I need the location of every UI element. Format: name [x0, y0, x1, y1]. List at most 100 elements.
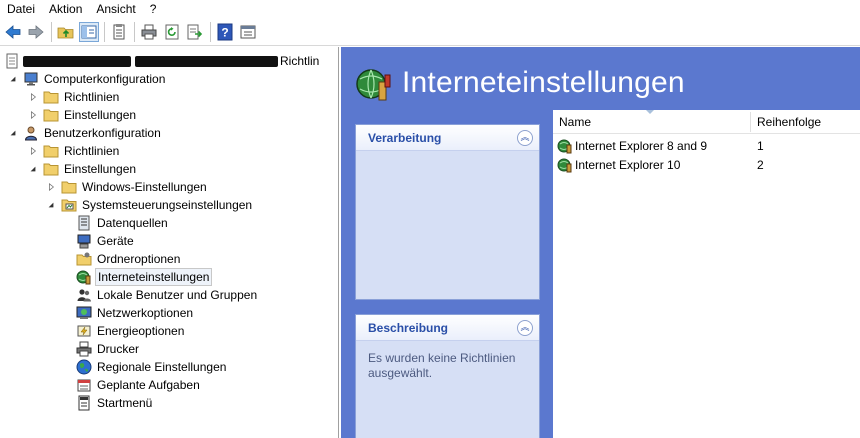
tree-root[interactable]: Richtlin: [4, 52, 321, 70]
folder-icon: [43, 161, 59, 177]
computer-icon: [23, 71, 39, 87]
tree-item-einstellungen[interactable]: Einstellungen: [28, 106, 138, 124]
list-item-name: Internet Explorer 10: [575, 157, 681, 172]
internet-settings-icon: [76, 269, 92, 285]
tree-item-einstellungen[interactable]: Einstellungen: [28, 160, 138, 178]
network-options-icon: [76, 305, 92, 321]
description-text: Es wurden keine Richtlinien ausgewählt.: [368, 351, 516, 380]
tree-item-ordneroptionen[interactable]: Ordneroptionen: [76, 250, 182, 268]
expanded-triangle-icon[interactable]: [28, 164, 38, 174]
menu-bar: Datei Aktion Ansicht ?: [0, 0, 860, 18]
list-item[interactable]: Internet Explorer 10 2: [553, 155, 860, 174]
tree-item-computerkonfiguration[interactable]: Computerkonfiguration: [8, 70, 167, 88]
expanded-triangle-icon[interactable]: [8, 128, 18, 138]
menu-aktion[interactable]: Aktion: [42, 0, 89, 18]
tree-item-energieoptionen[interactable]: Energieoptionen: [76, 322, 186, 340]
forward-icon[interactable]: [26, 22, 46, 42]
details-pane: Interneteinstellungen Verarbeitung ︽ Bes…: [341, 47, 860, 438]
tree-label: Regionale Einstellungen: [97, 360, 227, 374]
settings-list: Name Reihenfolge Internet Explorer 8 and…: [553, 110, 860, 438]
tree-label: Einstellungen: [64, 108, 137, 122]
tree-label: Geräte: [97, 234, 134, 248]
tree-root-label: Richtlin: [280, 54, 320, 68]
tree-item-netzwerkoptionen[interactable]: Netzwerkoptionen: [76, 304, 195, 322]
svg-text:?: ?: [221, 25, 228, 39]
tree-label: Computerkonfiguration: [44, 72, 166, 86]
collapsed-triangle-icon[interactable]: [28, 110, 38, 120]
chevron-up-icon[interactable]: ︽: [517, 319, 533, 336]
toolbar-separator: [104, 21, 105, 42]
page-title: Interneteinstellungen: [402, 66, 685, 99]
menu-datei[interactable]: Datei: [0, 0, 42, 18]
show-hide-tree-icon[interactable]: [79, 21, 99, 42]
description-panel-header[interactable]: Beschreibung ︽: [356, 315, 539, 341]
chevron-up-icon[interactable]: ︽: [517, 129, 533, 146]
tree-item-benutzerkonfiguration[interactable]: Benutzerkonfiguration: [8, 124, 163, 142]
export-list-icon[interactable]: [185, 22, 205, 42]
policy-document-icon: [4, 53, 20, 69]
tree-item-drucker[interactable]: Drucker: [76, 340, 141, 358]
tree-label: Lokale Benutzer und Gruppen: [97, 288, 258, 302]
show-console-icon[interactable]: [238, 22, 258, 42]
up-folder-icon[interactable]: [56, 22, 76, 42]
print-icon[interactable]: [139, 22, 159, 42]
collapsed-triangle-icon[interactable]: [28, 92, 38, 102]
tree-item-richtlinien[interactable]: Richtlinien: [28, 142, 121, 160]
folder-icon: [61, 179, 77, 195]
back-icon[interactable]: [3, 22, 23, 42]
processing-panel-header[interactable]: Verarbeitung ︽: [356, 125, 539, 151]
internet-settings-icon: [355, 65, 393, 103]
menu-ansicht[interactable]: Ansicht: [89, 0, 142, 18]
sort-arrow-icon: [646, 110, 654, 114]
tree-item-lokale-benutzer[interactable]: Lokale Benutzer und Gruppen: [76, 286, 259, 304]
tree-label: Einstellungen: [64, 162, 137, 176]
list-item[interactable]: Internet Explorer 8 and 9 1: [553, 136, 860, 155]
start-menu-icon: [76, 395, 92, 411]
collapsed-triangle-icon[interactable]: [28, 146, 38, 156]
toolbar: ?: [0, 18, 860, 46]
redacted-text: [23, 55, 131, 67]
tree-item-geraete[interactable]: Geräte: [76, 232, 136, 250]
toolbar-separator: [51, 21, 52, 42]
description-panel-title: Beschreibung: [368, 320, 449, 335]
processing-panel-title: Verarbeitung: [368, 130, 442, 145]
tree-item-windows-einstellungen[interactable]: Windows-Einstellungen: [46, 178, 209, 196]
collapsed-triangle-icon[interactable]: [46, 182, 56, 192]
expanded-triangle-icon[interactable]: [46, 200, 56, 210]
globe-icon: [76, 359, 92, 375]
tree-item-startmenue[interactable]: Startmenü: [76, 394, 154, 412]
tree-label: Windows-Einstellungen: [82, 180, 207, 194]
tree-item-regionale-einstellungen[interactable]: Regionale Einstellungen: [76, 358, 228, 376]
tree-label: Benutzerkonfiguration: [44, 126, 161, 140]
description-panel: Beschreibung ︽ Es wurden keine Richtlini…: [355, 314, 540, 438]
column-header-order[interactable]: Reihenfolge: [751, 110, 860, 134]
printer-icon: [76, 341, 92, 357]
toolbar-separator: [134, 21, 135, 42]
tree-item-interneteinstellungen[interactable]: Interneteinstellungen: [76, 268, 213, 286]
tree-label: Geplante Aufgaben: [97, 378, 200, 392]
folder-options-icon: [76, 251, 92, 267]
tree-item-geplante-aufgaben[interactable]: Geplante Aufgaben: [76, 376, 202, 394]
properties-icon[interactable]: [109, 22, 129, 42]
internet-explorer-icon: [557, 138, 573, 154]
redacted-text: [135, 55, 278, 67]
folder-icon: [43, 107, 59, 123]
menu-help[interactable]: ?: [143, 0, 164, 18]
refresh-icon[interactable]: [162, 22, 182, 42]
help-icon[interactable]: ?: [215, 22, 235, 42]
scheduled-tasks-icon: [76, 377, 92, 393]
expanded-triangle-icon[interactable]: [8, 74, 18, 84]
tree-label: Systemsteuerungseinstellungen: [82, 198, 253, 212]
tree-label: Netzwerkoptionen: [97, 306, 194, 320]
folder-icon: [43, 89, 59, 105]
processing-panel: Verarbeitung ︽: [355, 124, 540, 300]
tree-item-datenquellen[interactable]: Datenquellen: [76, 214, 170, 232]
tree-label: Datenquellen: [97, 216, 168, 230]
tree-label: Drucker: [97, 342, 140, 356]
tree-label: Energieoptionen: [97, 324, 185, 338]
devices-icon: [76, 233, 92, 249]
tree-item-systemsteuerungseinstellungen[interactable]: Systemsteuerungseinstellungen: [46, 196, 254, 214]
tree-label-selected: Interneteinstellungen: [95, 268, 213, 286]
tree-label: Startmenü: [97, 396, 153, 410]
tree-item-richtlinien[interactable]: Richtlinien: [28, 88, 121, 106]
